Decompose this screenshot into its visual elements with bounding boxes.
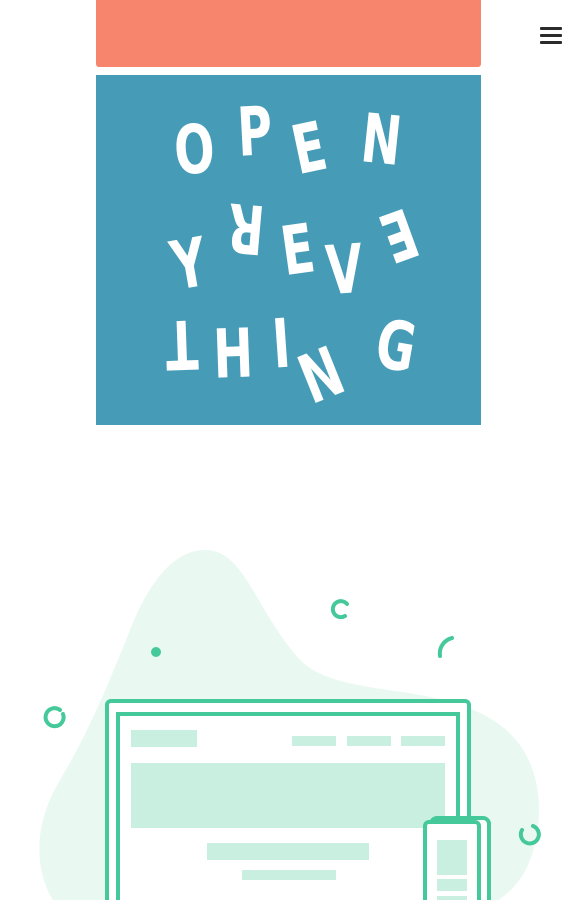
- coral-card[interactable]: [96, 0, 481, 67]
- poster-letter: V: [323, 229, 365, 310]
- hamburger-menu-button[interactable]: [540, 24, 562, 46]
- poster-letter: R: [224, 187, 267, 269]
- poster-letter: N: [358, 99, 406, 181]
- decor-ring: [43, 706, 66, 729]
- browser-and-phone-illustration-icon: [39, 550, 541, 900]
- phone-screen-block: [437, 896, 467, 900]
- browser-nav-block: [292, 736, 336, 746]
- browser-logo-block: [131, 730, 197, 747]
- decor-ring: [330, 599, 349, 620]
- browser-text-block: [207, 843, 369, 860]
- poster-art: O P E N Y R E V E T H I N G: [96, 75, 481, 425]
- browser-hero-block: [131, 763, 445, 828]
- menu-bar: [540, 27, 562, 30]
- decor-dot: [151, 647, 161, 657]
- decor-arc: [437, 636, 454, 658]
- website-illustration: [0, 530, 577, 900]
- phone-screen-block: [437, 879, 467, 891]
- browser-nav-block: [401, 736, 445, 746]
- browser-text-block: [242, 870, 336, 880]
- poster-letter: T: [164, 304, 199, 384]
- phone-screen-block: [437, 840, 467, 875]
- poster-letter: O: [171, 109, 217, 190]
- poster-letter: H: [212, 314, 254, 394]
- open-everything-poster[interactable]: O P E N Y R E V E T H I N G: [96, 75, 481, 425]
- poster-letter: P: [235, 92, 274, 172]
- menu-bar: [540, 34, 562, 37]
- menu-bar: [540, 41, 562, 44]
- browser-nav-block: [347, 736, 391, 746]
